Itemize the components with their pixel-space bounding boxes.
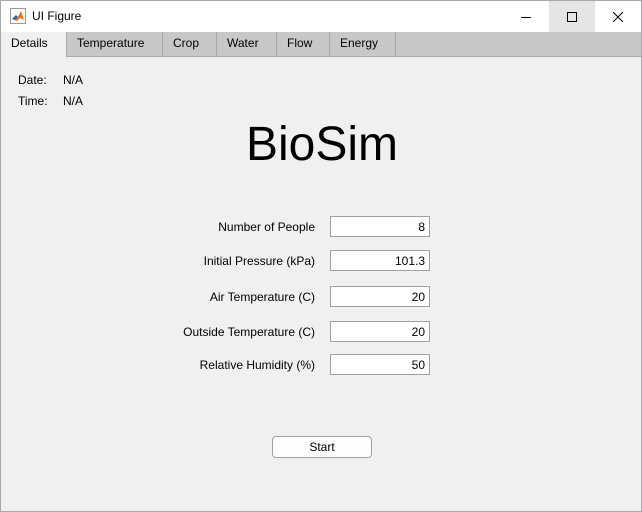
ui-figure-window: UI Figure Details Temperature Crop Water…	[0, 0, 642, 512]
minimize-button[interactable]	[503, 1, 549, 32]
outside-temperature-input[interactable]	[330, 321, 430, 342]
window-title: UI Figure	[32, 9, 82, 23]
number-of-people-input[interactable]	[330, 216, 430, 237]
relative-humidity-input[interactable]	[330, 354, 430, 375]
relative-humidity-label: Relative Humidity (%)	[199, 358, 315, 372]
tab-details[interactable]: Details	[1, 32, 67, 57]
initial-pressure-label: Initial Pressure (kPa)	[203, 254, 315, 268]
time-value: N/A	[63, 94, 84, 108]
tab-flow[interactable]: Flow	[277, 32, 330, 56]
air-temperature-input[interactable]	[330, 286, 430, 307]
minimize-icon	[521, 16, 531, 18]
date-value: N/A	[63, 73, 84, 87]
outside-temperature-label: Outside Temperature (C)	[183, 325, 315, 339]
matlab-icon	[10, 8, 26, 24]
initial-pressure-input[interactable]	[330, 250, 430, 271]
tab-bar: Details Temperature Crop Water Flow Ener…	[1, 32, 641, 57]
close-icon	[613, 11, 623, 22]
air-temperature-label: Air Temperature (C)	[209, 290, 315, 304]
tab-energy[interactable]: Energy	[330, 32, 396, 56]
tab-crop[interactable]: Crop	[163, 32, 217, 56]
date-label: Date:	[18, 73, 47, 87]
start-button[interactable]: Start	[272, 436, 372, 458]
time-label: Time:	[18, 94, 48, 108]
page-title: BioSim	[245, 118, 399, 171]
details-panel: Date: N/A Time: N/A BioSim Number of Peo…	[1, 57, 641, 511]
maximize-button[interactable]	[549, 1, 595, 32]
tab-water[interactable]: Water	[217, 32, 277, 56]
title-bar[interactable]: UI Figure	[1, 1, 641, 32]
maximize-icon	[567, 11, 577, 22]
tab-temperature[interactable]: Temperature	[67, 32, 163, 56]
number-of-people-label: Number of People	[218, 220, 315, 234]
close-button[interactable]	[595, 1, 641, 32]
